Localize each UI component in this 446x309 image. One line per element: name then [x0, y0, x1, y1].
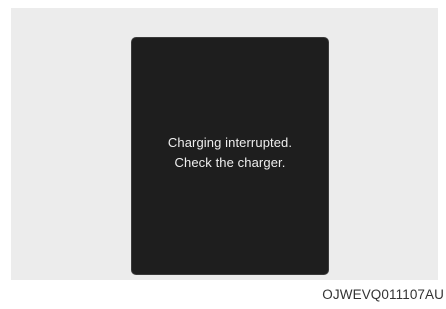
figure-code-label: OJWEVQ011107AU — [322, 287, 444, 302]
message-line-charging-interrupted: Charging interrupted. — [167, 135, 293, 150]
charging-status-message: Charging interrupted. Check the charger. — [132, 133, 328, 173]
message-line-check-charger: Check the charger. — [174, 155, 286, 170]
cluster-display-screen: Charging interrupted. Check the charger. — [132, 38, 328, 274]
